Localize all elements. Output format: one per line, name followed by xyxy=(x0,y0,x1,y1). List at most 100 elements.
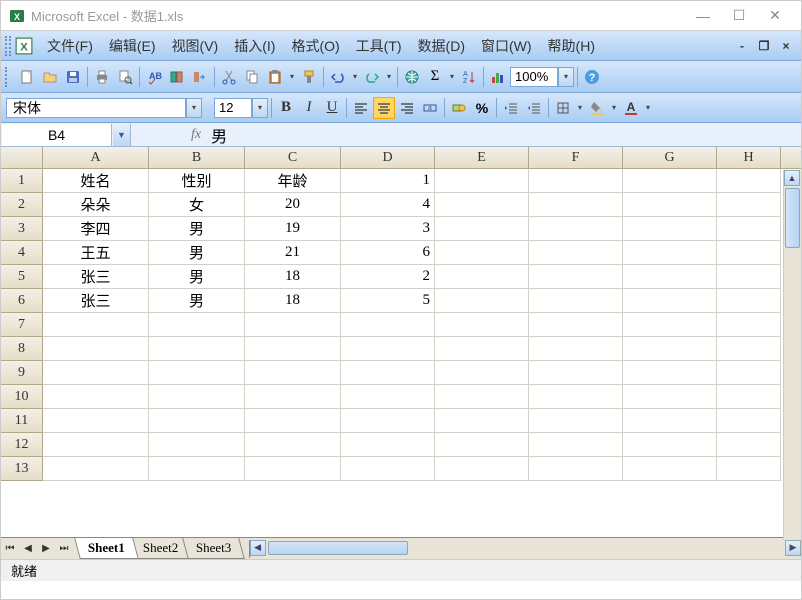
cell[interactable] xyxy=(149,361,245,385)
cell[interactable] xyxy=(623,433,717,457)
merge-center-icon[interactable]: a xyxy=(419,97,441,119)
research-icon[interactable] xyxy=(166,66,188,88)
cell[interactable] xyxy=(43,361,149,385)
cell[interactable] xyxy=(435,217,529,241)
row-header[interactable]: 11 xyxy=(1,409,43,433)
cell[interactable] xyxy=(341,433,435,457)
tab-sheet1[interactable]: Sheet1 xyxy=(74,538,138,559)
sort-asc-icon[interactable]: AZ xyxy=(458,66,480,88)
col-header-H[interactable]: H xyxy=(717,147,781,168)
cell[interactable] xyxy=(717,313,781,337)
vertical-scrollbar[interactable]: ▲ ▼ xyxy=(783,170,801,558)
cell[interactable] xyxy=(43,457,149,481)
cell[interactable] xyxy=(717,193,781,217)
scroll-up-arrow[interactable]: ▲ xyxy=(784,170,800,186)
cell[interactable]: 1 xyxy=(341,169,435,193)
underline-button[interactable]: U xyxy=(321,97,343,119)
font-family-input[interactable] xyxy=(6,98,186,118)
cell[interactable] xyxy=(149,337,245,361)
cell[interactable] xyxy=(623,289,717,313)
row-header[interactable]: 3 xyxy=(1,217,43,241)
autosum-icon[interactable]: Σ xyxy=(424,66,446,88)
undo-dropdown[interactable]: ▾ xyxy=(350,72,360,81)
cell[interactable] xyxy=(623,361,717,385)
cell[interactable] xyxy=(341,361,435,385)
menu-view[interactable]: 视图(V) xyxy=(164,33,227,59)
prev-tab-button[interactable]: ◀ xyxy=(19,540,37,558)
cell[interactable] xyxy=(623,385,717,409)
cell[interactable] xyxy=(245,337,341,361)
fill-color-icon[interactable] xyxy=(586,97,608,119)
cell[interactable] xyxy=(245,409,341,433)
cell[interactable] xyxy=(341,313,435,337)
row-header[interactable]: 9 xyxy=(1,361,43,385)
row-header[interactable]: 6 xyxy=(1,289,43,313)
fill-color-dropdown[interactable]: ▾ xyxy=(609,103,619,112)
cell[interactable] xyxy=(529,337,623,361)
zoom-dropdown[interactable]: ▾ xyxy=(558,67,574,87)
copy-icon[interactable] xyxy=(241,66,263,88)
next-tab-button[interactable]: ▶ xyxy=(37,540,55,558)
cell[interactable]: 性别 xyxy=(149,169,245,193)
cell[interactable] xyxy=(623,409,717,433)
cell[interactable] xyxy=(529,169,623,193)
menu-grip[interactable] xyxy=(5,36,11,56)
cell[interactable] xyxy=(435,313,529,337)
cell[interactable]: 王五 xyxy=(43,241,149,265)
cell[interactable] xyxy=(529,361,623,385)
col-header-G[interactable]: G xyxy=(623,147,717,168)
italic-button[interactable]: I xyxy=(298,97,320,119)
cell[interactable] xyxy=(341,409,435,433)
menu-file[interactable]: 文件(F) xyxy=(39,33,101,59)
menu-tools[interactable]: 工具(T) xyxy=(348,33,410,59)
row-header[interactable]: 13 xyxy=(1,457,43,481)
cell[interactable] xyxy=(43,385,149,409)
cell[interactable] xyxy=(149,409,245,433)
cell[interactable] xyxy=(435,385,529,409)
scroll-thumb-v[interactable] xyxy=(785,188,800,248)
cell[interactable] xyxy=(245,385,341,409)
minimize-button[interactable]: — xyxy=(685,2,721,30)
doc-minimize-button[interactable]: - xyxy=(734,38,750,54)
doc-close-button[interactable]: × xyxy=(778,38,794,54)
cell[interactable] xyxy=(43,433,149,457)
cell[interactable]: 姓名 xyxy=(43,169,149,193)
cell[interactable] xyxy=(435,193,529,217)
cell[interactable] xyxy=(623,265,717,289)
cell[interactable] xyxy=(149,433,245,457)
cell[interactable] xyxy=(717,361,781,385)
col-header-A[interactable]: A xyxy=(43,147,149,168)
cell[interactable] xyxy=(435,337,529,361)
cell[interactable] xyxy=(435,409,529,433)
cell[interactable] xyxy=(529,241,623,265)
cell[interactable]: 3 xyxy=(341,217,435,241)
cell[interactable]: 4 xyxy=(341,193,435,217)
redo-icon[interactable] xyxy=(361,66,383,88)
align-left-icon[interactable] xyxy=(350,97,372,119)
new-icon[interactable] xyxy=(16,66,38,88)
cell[interactable]: 张三 xyxy=(43,289,149,313)
cell[interactable]: 朵朵 xyxy=(43,193,149,217)
col-header-E[interactable]: E xyxy=(435,147,529,168)
align-right-icon[interactable] xyxy=(396,97,418,119)
menu-data[interactable]: 数据(D) xyxy=(410,33,473,59)
spell-icon[interactable]: AB xyxy=(143,66,165,88)
menu-insert[interactable]: 插入(I) xyxy=(226,33,283,59)
borders-dropdown[interactable]: ▾ xyxy=(575,103,585,112)
cell[interactable]: 女 xyxy=(149,193,245,217)
menu-edit[interactable]: 编辑(E) xyxy=(101,33,164,59)
paste-icon[interactable] xyxy=(264,66,286,88)
save-icon[interactable] xyxy=(62,66,84,88)
font-family-dropdown[interactable]: ▾ xyxy=(186,98,202,118)
cell[interactable]: 20 xyxy=(245,193,341,217)
cell[interactable] xyxy=(435,433,529,457)
cell[interactable] xyxy=(717,217,781,241)
first-tab-button[interactable]: ⏮ xyxy=(1,540,19,558)
cell[interactable] xyxy=(245,313,341,337)
cell[interactable] xyxy=(529,193,623,217)
cell[interactable] xyxy=(245,433,341,457)
cell[interactable]: 2 xyxy=(341,265,435,289)
cell[interactable] xyxy=(245,361,341,385)
cell[interactable]: 21 xyxy=(245,241,341,265)
scroll-left-arrow[interactable]: ◀ xyxy=(250,540,266,556)
